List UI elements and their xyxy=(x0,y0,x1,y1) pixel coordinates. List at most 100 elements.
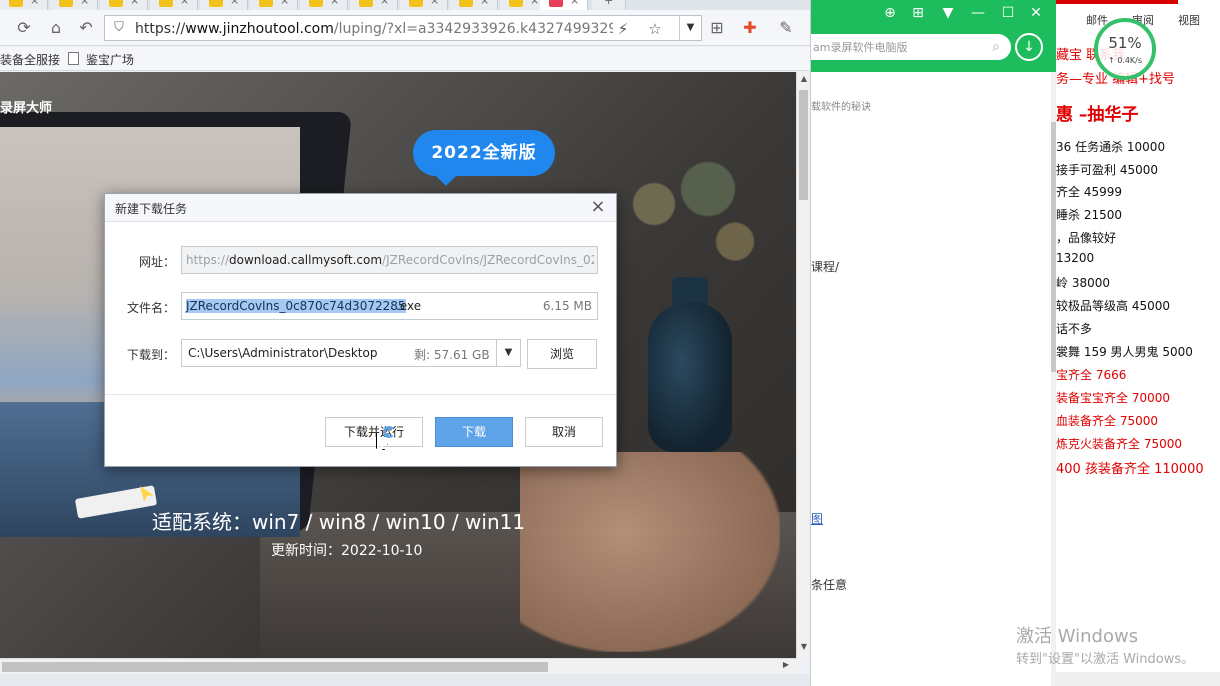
horizontal-scrollbar[interactable] xyxy=(1056,672,1220,686)
loading-spinner-icon xyxy=(383,426,395,438)
document-line: 岭 38000 xyxy=(1056,276,1110,290)
download-url-field[interactable]: https://download.callmysoft.com/JZRecord… xyxy=(181,246,598,274)
tab-close-icon[interactable]: × xyxy=(530,0,539,7)
bookmark-item[interactable]: 鉴宝广场 xyxy=(86,51,134,68)
browser-tab[interactable]: × xyxy=(0,0,48,10)
network-speed-gauge[interactable]: 51% ↑ 0.4K/s xyxy=(1094,18,1156,80)
tab-close-icon[interactable]: × xyxy=(130,0,139,7)
document-icon xyxy=(68,52,79,65)
refresh-icon[interactable]: ⟳ xyxy=(14,18,34,38)
browser-tab[interactable]: × xyxy=(400,0,448,10)
search-icon[interactable]: ⌕ xyxy=(987,38,1005,56)
chevron-down-icon[interactable]: ▼ xyxy=(496,340,520,366)
url-text[interactable]: https://www.jinzhoutool.com/luping/?xl=a… xyxy=(135,21,613,37)
browser-tab[interactable]: × xyxy=(450,0,498,10)
tab-favicon-icon xyxy=(509,0,523,7)
browser-tab[interactable]: × xyxy=(150,0,198,10)
tab-close-icon[interactable]: × xyxy=(570,0,579,7)
tab-favicon-icon xyxy=(409,0,423,7)
panel-header: ⊕ ⊞ ▼ — ☐ ✕ am录屏软件电脑版 ⌕ ↓ xyxy=(811,0,1056,72)
page-text: 课程/ xyxy=(811,260,840,274)
horizontal-scrollbar[interactable]: ▶ xyxy=(0,658,796,674)
file-size: 6.15 MB xyxy=(542,299,592,313)
dropdown-icon[interactable]: ▼ xyxy=(939,4,957,22)
browser-tab[interactable]: × xyxy=(200,0,248,10)
browser-tab-active[interactable]: × xyxy=(540,0,588,10)
scroll-thumb[interactable] xyxy=(799,90,808,200)
save-path[interactable]: C:\Users\Administrator\Desktop xyxy=(188,346,377,360)
tools-icon[interactable]: ✎ xyxy=(776,18,796,38)
new-tab-button[interactable]: + xyxy=(592,0,626,10)
search-input[interactable]: am录屏软件电脑版 ⌕ xyxy=(811,34,1011,60)
download-and-run-button[interactable]: 下载并运行 xyxy=(325,417,423,447)
system-compat-text: 适配系统：win7 / win8 / win10 / win11 xyxy=(152,510,526,534)
site-title: 录屏大师 xyxy=(0,101,53,116)
tab-favicon-icon xyxy=(259,0,273,7)
maximize-icon[interactable]: ☐ xyxy=(999,4,1017,22)
cancel-button[interactable]: 取消 xyxy=(525,417,603,447)
scroll-thumb[interactable] xyxy=(2,662,548,672)
browse-button[interactable]: 浏览 xyxy=(527,339,597,369)
apps-icon[interactable]: ⊞ xyxy=(909,4,927,22)
page-link[interactable]: 图 xyxy=(811,510,823,527)
search-text[interactable]: am录屏软件电脑版 xyxy=(813,39,907,55)
tab-favicon-icon xyxy=(109,0,123,7)
document-line: 话不多 xyxy=(1056,322,1093,336)
tab-close-icon[interactable]: × xyxy=(30,0,39,7)
star-icon[interactable]: ☆ xyxy=(645,19,665,39)
gamepad-icon[interactable]: ✚ xyxy=(740,18,760,38)
globe-icon[interactable]: ⊕ xyxy=(881,4,899,22)
filename-label: 文件名： xyxy=(126,301,175,315)
navigation-bar: ⟳ ⌂ ↶ ⛉ https://www.jinzhoutool.com/lupi… xyxy=(0,10,810,46)
back-icon[interactable]: ↶ xyxy=(76,18,96,38)
security-shield-icon[interactable]: ⛉ xyxy=(111,20,127,36)
tab-close-icon[interactable]: × xyxy=(330,0,339,7)
scroll-right-icon[interactable]: ▶ xyxy=(780,660,792,674)
filename-input[interactable]: JZRecordCovIns_0c870c74d3072285 .exe 6.1… xyxy=(181,292,598,320)
activate-windows-title: 激活 Windows xyxy=(1016,626,1139,647)
page-text: 载软件的秘诀 xyxy=(811,102,871,113)
scroll-down-icon[interactable]: ▼ xyxy=(798,642,810,656)
save-path-select[interactable]: C:\Users\Administrator\Desktop 剩: 57.61 … xyxy=(181,339,521,367)
home-icon[interactable]: ⌂ xyxy=(46,18,66,38)
filename-selected-text[interactable]: JZRecordCovIns_0c870c74d3072285 xyxy=(186,299,406,313)
scroll-up-icon[interactable]: ▲ xyxy=(798,74,810,88)
gauge-speed: ↑ 0.4K/s xyxy=(1107,56,1143,65)
browser-tab[interactable]: × xyxy=(50,0,98,10)
document-window: 邮件 审阅 视图 藏宝 联系我 务—专业 编辑+找号惠 –抽华子 36 任务通杀 1… xyxy=(1056,0,1220,686)
new-download-dialog: 新建下载任务 × 网址： https://download.callmysoft… xyxy=(104,193,617,467)
chevron-down-icon[interactable]: ▼ xyxy=(679,16,701,40)
browser-tab[interactable]: × xyxy=(250,0,298,10)
document-line: 13200 xyxy=(1056,251,1095,265)
filename-extension[interactable]: .exe xyxy=(396,299,421,313)
divider xyxy=(105,394,616,395)
ribbon-accent xyxy=(1056,0,1178,4)
bookmark-item[interactable]: 装备全服接 xyxy=(0,51,60,68)
tab-close-icon[interactable]: × xyxy=(230,0,239,7)
tab-close-icon[interactable]: × xyxy=(430,0,439,7)
tab-close-icon[interactable]: × xyxy=(180,0,189,7)
download-button[interactable]: 下载 xyxy=(435,417,513,447)
browser-tab[interactable]: × xyxy=(100,0,148,10)
menu-item-view[interactable]: 视图 xyxy=(1178,12,1200,28)
lightning-icon[interactable]: ⚡ xyxy=(613,19,633,39)
vertical-scrollbar[interactable]: ▲ ▼ xyxy=(796,72,810,658)
tab-close-icon[interactable]: × xyxy=(380,0,389,7)
download-icon[interactable]: ↓ xyxy=(1015,33,1043,61)
close-icon[interactable]: ✕ xyxy=(1027,4,1045,22)
status-bar xyxy=(0,674,810,686)
tab-favicon-icon xyxy=(459,0,473,7)
tab-close-icon[interactable]: × xyxy=(80,0,89,7)
tab-favicon-icon xyxy=(59,0,73,7)
minimize-icon[interactable]: — xyxy=(969,4,987,22)
url-label: 网址： xyxy=(138,255,175,269)
bookmarks-bar: 装备全服接 鉴宝广场 xyxy=(0,47,810,71)
document-line: 裳舞 159 男人男鬼 5000 xyxy=(1056,345,1193,359)
close-icon[interactable]: × xyxy=(588,197,608,217)
tab-close-icon[interactable]: × xyxy=(280,0,289,7)
grid-icon[interactable]: ⊞ xyxy=(707,18,727,38)
browser-tab[interactable]: × xyxy=(300,0,348,10)
address-bar[interactable]: ⛉ https://www.jinzhoutool.com/luping/?xl… xyxy=(104,15,702,41)
tab-close-icon[interactable]: × xyxy=(480,0,489,7)
browser-tab[interactable]: × xyxy=(350,0,398,10)
